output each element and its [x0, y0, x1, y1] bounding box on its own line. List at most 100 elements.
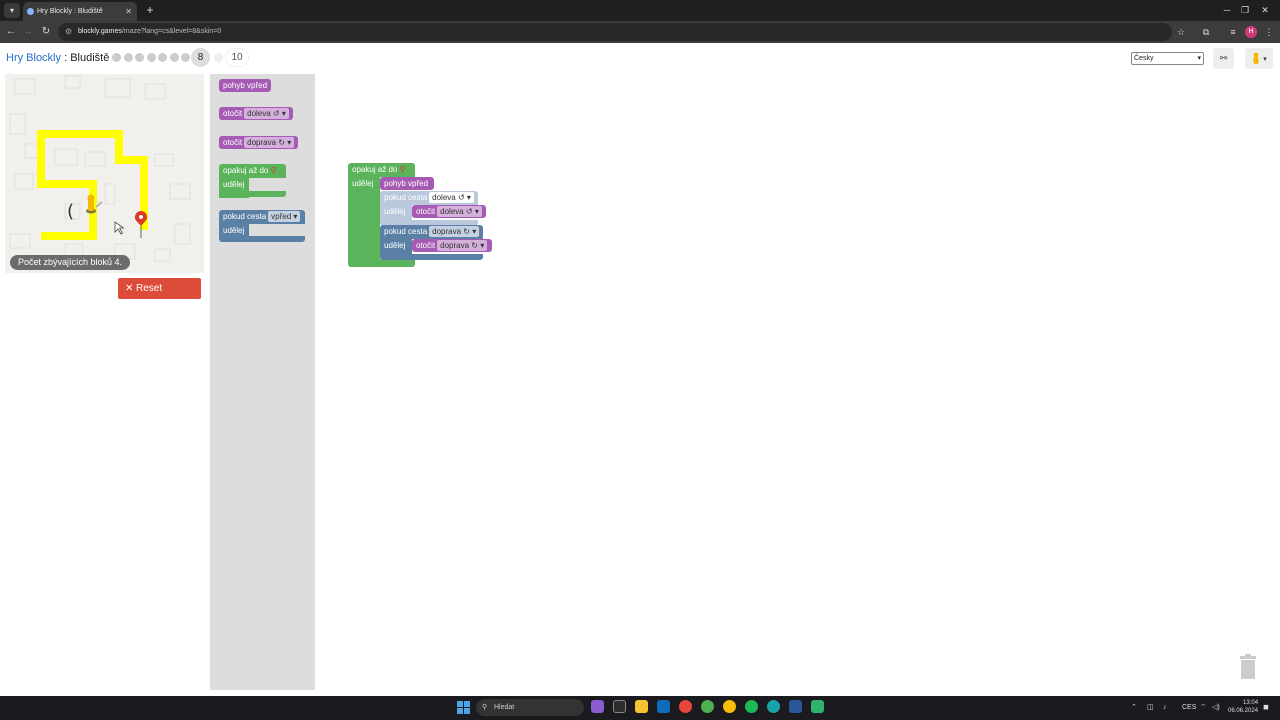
- chrome-icon[interactable]: [679, 700, 692, 713]
- extensions-icon[interactable]: ⧉: [1199, 25, 1213, 39]
- do-label: udělej: [223, 226, 245, 235]
- network-tray-icon[interactable]: ◫: [1147, 701, 1154, 714]
- search-icon: ⚲: [482, 704, 488, 711]
- program-move-forward-block[interactable]: pohyb vpřed: [380, 177, 434, 190]
- blockly-workspace[interactable]: opakuj až do ⚲ udělej pohyb vpřed pokud …: [315, 74, 1270, 690]
- path-right-dropdown[interactable]: doprava ↻ ▾: [429, 226, 480, 237]
- path-left-value: doleva ↺: [432, 193, 465, 202]
- level-dot[interactable]: [123, 53, 133, 62]
- toolbox-move-forward-block[interactable]: pohyb vpřed: [219, 79, 272, 92]
- trash-can-icon[interactable]: [1238, 654, 1258, 680]
- path-direction-dropdown[interactable]: vpřed ▾: [268, 211, 301, 222]
- move-forward-label: pohyb vpřed: [384, 179, 429, 188]
- site-info-icon[interactable]: ⚙: [65, 23, 72, 41]
- if-path-label: pokud cesta: [384, 227, 428, 236]
- turn-right-value: doprava ↻: [440, 241, 478, 250]
- turn-left-dropdown[interactable]: doleva ↺ ▾: [437, 206, 482, 217]
- level-dot[interactable]: [214, 53, 223, 62]
- path-left-dropdown[interactable]: doleva ↺ ▾: [429, 192, 474, 203]
- notification-bell-icon[interactable]: ◼: [1263, 701, 1269, 714]
- close-tab-icon[interactable]: ✕: [125, 2, 132, 21]
- spotify-icon[interactable]: [745, 700, 758, 713]
- app-icon[interactable]: [811, 700, 824, 713]
- level-dot[interactable]: [181, 53, 190, 62]
- if-do-rail: udělej: [380, 239, 412, 255]
- x-icon: ✕: [125, 283, 134, 294]
- pegman-icon: [1253, 52, 1259, 64]
- window-close-icon[interactable]: ✕: [1255, 3, 1275, 17]
- turn-left-dropdown[interactable]: doleva ↺ ▾: [244, 108, 289, 119]
- taskbar-search[interactable]: ⚲ Hledat: [476, 699, 584, 716]
- back-icon[interactable]: ←: [3, 24, 19, 40]
- file-explorer-icon[interactable]: [635, 700, 648, 713]
- if-path-label: pokud cesta: [223, 212, 267, 221]
- toolbox-turn-right-block[interactable]: otočit doprava ↻ ▾: [219, 136, 299, 149]
- program-turn-right-block[interactable]: otočit doprava ↻ ▾: [412, 239, 492, 252]
- if-path-header: pokud cesta doleva ↺ ▾: [380, 191, 478, 205]
- microphone-icon[interactable]: ♪: [1163, 701, 1167, 714]
- taskbar-clock[interactable]: 13:04 06.06.2024: [1228, 699, 1258, 715]
- new-tab-button[interactable]: +: [142, 2, 158, 18]
- clock-time: 13:04: [1243, 700, 1259, 706]
- address-bar[interactable]: ⚙ blockly.games/maze?lang=cs&level=8&ski…: [58, 23, 1172, 41]
- link-button[interactable]: ⚯: [1213, 48, 1234, 69]
- outlook-icon[interactable]: [657, 700, 670, 713]
- level-dot[interactable]: [169, 53, 179, 62]
- volume-icon[interactable]: ◁): [1212, 701, 1220, 714]
- do-label: udělej: [384, 241, 406, 250]
- chrome-menu-icon[interactable]: ⋮: [1262, 25, 1276, 39]
- tab-search-button[interactable]: ▾: [4, 3, 20, 18]
- move-forward-label: pohyb vpřed: [223, 81, 268, 90]
- maze-title: Bludiště: [70, 52, 110, 64]
- goal-marker-icon: ⚲: [399, 165, 406, 174]
- turn-right-dropdown[interactable]: doprava ↻ ▾: [244, 137, 295, 148]
- level-dot[interactable]: [146, 53, 156, 62]
- bookmark-star-icon[interactable]: ☆: [1174, 25, 1188, 39]
- copilot-icon[interactable]: [591, 700, 604, 713]
- reset-button[interactable]: ✕ Reset: [118, 278, 201, 299]
- goal-marker-icon: ⚲: [270, 166, 277, 175]
- repeat-footer: [219, 191, 286, 197]
- language-indicator[interactable]: CES: [1182, 701, 1196, 714]
- pegman-hand-icon: (: [67, 201, 74, 222]
- minimize-icon[interactable]: ─: [1217, 3, 1237, 17]
- browser-tab[interactable]: Hry Blockly : Bludiště ✕: [23, 2, 137, 21]
- app-title-link[interactable]: Hry Blockly: [6, 52, 61, 64]
- tray-chevron-icon[interactable]: ⌃: [1131, 701, 1137, 714]
- turn-label: otočit: [223, 109, 243, 118]
- if-path-label: pokud cesta: [384, 193, 428, 202]
- start-button-icon[interactable]: [457, 701, 470, 714]
- task-view-icon[interactable]: [613, 700, 626, 713]
- chevron-down-icon: ▾: [1197, 55, 1201, 62]
- maximize-icon[interactable]: ❐: [1235, 3, 1255, 17]
- reload-icon[interactable]: ↻: [38, 24, 54, 40]
- avatar-skin-button[interactable]: ▾: [1245, 48, 1273, 69]
- level-dot[interactable]: [112, 53, 121, 62]
- path-ahead-value: vpřed: [271, 212, 292, 221]
- chrome-alt-icon[interactable]: [723, 700, 736, 713]
- page-title: Hry Blockly : Bludiště: [6, 52, 109, 64]
- url-path: /maze?lang=cs&level=8&skin=0: [121, 28, 222, 35]
- wifi-icon[interactable]: ⌔: [1200, 701, 1207, 714]
- forward-icon[interactable]: →: [20, 24, 36, 40]
- profile-avatar[interactable]: H: [1245, 26, 1257, 38]
- edge-icon[interactable]: [767, 700, 780, 713]
- word-icon[interactable]: [789, 700, 802, 713]
- repeat-footer: [348, 259, 415, 267]
- last-level-indicator[interactable]: 10: [225, 48, 249, 67]
- media-controls-icon[interactable]: ≡: [1226, 25, 1240, 39]
- current-level-indicator[interactable]: 8: [191, 48, 210, 67]
- repeat-until-label: opakuj až do: [352, 165, 398, 174]
- maze-board: (: [5, 74, 204, 273]
- if-footer: [380, 254, 483, 260]
- chrome-profile-icon[interactable]: [701, 700, 714, 713]
- turn-right-dropdown[interactable]: doprava ↻ ▾: [437, 240, 488, 251]
- program-turn-left-block[interactable]: otočit doleva ↺ ▾: [412, 205, 486, 218]
- toolbox-turn-left-block[interactable]: otočit doleva ↺ ▾: [219, 107, 293, 120]
- language-select[interactable]: Česky ▾: [1131, 52, 1204, 65]
- level-dot[interactable]: [158, 53, 167, 62]
- page-header: Hry Blockly : Bludiště 8 10 Česky ▾ ⚯ ▾: [0, 43, 1280, 74]
- pegman-avatar: [86, 194, 103, 214]
- level-dot[interactable]: [135, 53, 144, 62]
- path-right-value: doprava ↻: [432, 227, 470, 236]
